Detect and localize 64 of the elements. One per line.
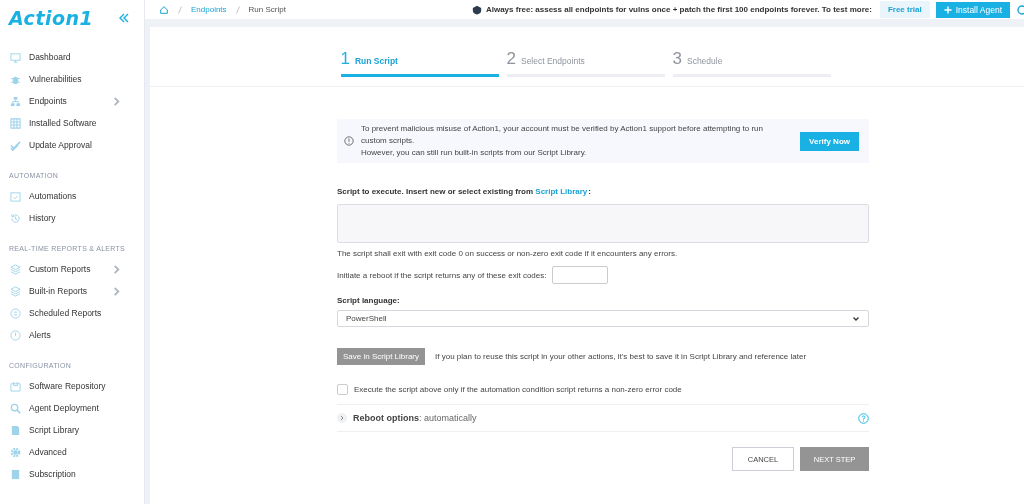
list-circle-icon — [10, 307, 21, 319]
shield-icon — [471, 4, 482, 15]
slash-separator-icon — [178, 5, 182, 14]
sidebar-item[interactable]: Built-in Reports — [0, 280, 144, 302]
checkbox[interactable] — [337, 384, 348, 395]
sidebar-item[interactable]: Software Repository — [0, 375, 144, 397]
script-input-field[interactable] — [337, 204, 869, 243]
search-icon[interactable] — [1016, 3, 1024, 16]
sidebar-item[interactable]: Advanced — [0, 441, 144, 463]
breadcrumb-current: Run Script — [248, 5, 286, 14]
step-label: Schedule — [686, 56, 723, 66]
sidebar-item[interactable]: Endpoints — [0, 90, 144, 112]
promo-text: Always free: assess all endpoints for vulns once + patch the first 100 endpoints forever. To test more: — [485, 5, 872, 14]
notice-text: However, you can still run built-in scripts from our Script Library. — [361, 147, 588, 159]
hint-text: The script shall exit with exit code 0 on success or non-zero exit code if it encounters any errors. — [337, 249, 679, 258]
layers-icon — [10, 263, 21, 275]
settings-icon — [10, 446, 21, 458]
history-icon — [10, 212, 21, 224]
sidebar-item[interactable]: Subscription — [0, 463, 144, 485]
sidebar-item[interactable]: Vulnerabilities — [0, 68, 144, 90]
plus-icon — [943, 5, 952, 14]
sidebar-item[interactable]: Scheduled Reports — [0, 302, 144, 324]
sidebar-item[interactable]: Installed Software — [0, 112, 144, 134]
file-icon — [10, 424, 21, 436]
alert-circle-icon — [10, 329, 21, 341]
sidebar-item[interactable]: History — [0, 207, 144, 229]
field-label: Initiate a reboot if the script returns any of these exit codes: — [337, 270, 547, 280]
box-icon — [10, 380, 21, 392]
sidebar-item[interactable]: Alerts — [0, 324, 144, 346]
field-label: Script language: — [337, 296, 401, 305]
info-icon — [344, 136, 354, 146]
help-icon[interactable] — [858, 412, 869, 424]
step-number: 3 — [672, 49, 682, 69]
sidebar-item[interactable]: Dashboard — [0, 46, 144, 68]
sidebar-item[interactable]: Custom Reports — [0, 258, 144, 280]
monitor-icon — [10, 51, 21, 63]
document-icon — [10, 468, 21, 480]
double-check-icon — [10, 139, 21, 151]
colon-text: : — [588, 187, 591, 196]
chevrons-left-icon[interactable] — [118, 12, 130, 24]
network-icon — [10, 95, 21, 107]
step-number: 2 — [506, 49, 516, 69]
step-label: Run Script — [354, 56, 398, 66]
sidebar-item[interactable]: Automations — [0, 185, 144, 207]
language-dropdown[interactable]: PowerShell — [337, 310, 869, 327]
caret-icon — [852, 314, 860, 323]
field-label: Script to execute. Insert new or select existing from — [337, 187, 534, 196]
slash-separator-icon — [235, 5, 240, 14]
sidebar-item[interactable]: Update Approval — [0, 134, 144, 156]
notice-text: To prevent malicious misuse of Action1, your account must be verified by Action1 support before attempting to run custom scripts. — [361, 123, 764, 147]
reboot-options-text[interactable]: Reboot options: automatically — [353, 413, 852, 423]
logo: Action1 — [9, 7, 94, 29]
sidebar-item[interactable]: Script Library — [0, 419, 144, 441]
sidebar-item[interactable]: Agent Deployment — [0, 397, 144, 419]
exit-codes-field[interactable] — [552, 266, 609, 284]
grid-icon — [10, 117, 21, 129]
home-icon[interactable] — [159, 4, 169, 15]
step-number: 1 — [340, 49, 350, 69]
layers-icon — [10, 285, 21, 297]
step-label: Select Endpoints — [520, 56, 585, 66]
checkbox-label: Execute the script above only if the automation condition script returns a non-zero error code — [354, 385, 682, 394]
search-icon — [10, 402, 21, 414]
calendar-check-icon — [10, 190, 21, 202]
note-text: If you plan to reuse this script in your other actions, it's best to save it in Script Library and reference later — [435, 352, 807, 361]
